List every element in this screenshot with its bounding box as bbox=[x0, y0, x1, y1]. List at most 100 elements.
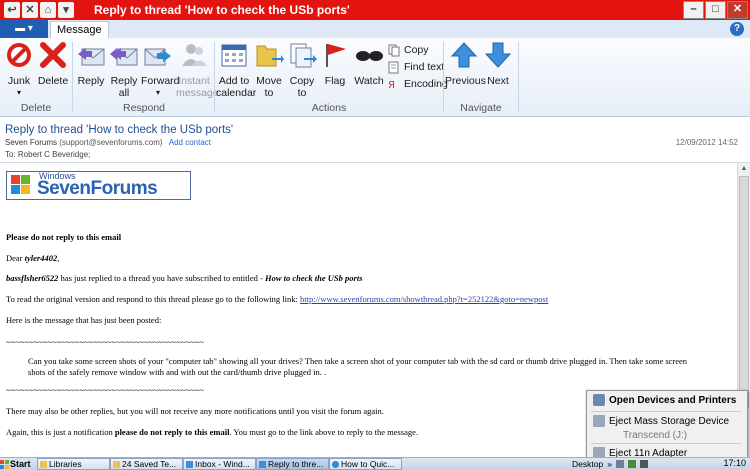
greeting-suffix: , bbox=[57, 253, 60, 263]
close-button[interactable]: ✕ bbox=[727, 1, 748, 19]
usb-tray-icon[interactable] bbox=[615, 460, 624, 468]
reply-all-icon bbox=[110, 48, 138, 66]
thread-link[interactable]: http://www.sevenforums.com/showthread.ph… bbox=[300, 294, 548, 304]
tray-expand-icon[interactable]: » bbox=[607, 459, 612, 469]
folder-icon bbox=[40, 460, 47, 468]
taskbar-item-reply[interactable]: Reply to thre... bbox=[256, 458, 329, 470]
reply-notice-text: has just replied to a thread you have su… bbox=[58, 273, 265, 283]
add-to-calendar-label-1: Add to bbox=[218, 75, 250, 87]
title-bar: ↩ ✕ ⌂ ▾ Reply to thread 'How to check th… bbox=[0, 0, 750, 20]
taskbar-item-label: Inbox - Wind... bbox=[195, 459, 250, 469]
junk-dropdown-arrow: ▾ bbox=[16, 88, 21, 97]
next-label: Next bbox=[487, 75, 509, 87]
group-label-actions: Actions bbox=[311, 102, 347, 114]
message-header: Reply to thread 'How to check the USb po… bbox=[0, 117, 750, 163]
delete-label: Delete bbox=[37, 75, 69, 87]
safely-remove-menu: Open Devices and Printers Eject Mass Sto… bbox=[586, 390, 748, 461]
delete-quick-icon[interactable]: ✕ bbox=[22, 2, 38, 18]
taskbar-item-label: Libraries bbox=[49, 459, 82, 469]
encoding-button[interactable]: Я Encoding bbox=[388, 76, 448, 92]
encoding-label: Encoding bbox=[404, 78, 448, 90]
help-icon[interactable]: ? bbox=[730, 22, 744, 36]
instant-message-label-2: message bbox=[176, 87, 219, 99]
sender-email: (support@sevenforums.com) bbox=[59, 138, 163, 147]
start-button[interactable]: Start bbox=[0, 458, 34, 470]
taskbar-item-label: 24 Saved Te... bbox=[122, 459, 177, 469]
post-line-2: shots of the safely remove window with a… bbox=[28, 367, 327, 377]
logo-text-main: SevenForums bbox=[37, 178, 158, 199]
menu-item-open-devices[interactable]: Open Devices and Printers bbox=[587, 391, 745, 409]
network-tray-icon[interactable] bbox=[627, 460, 636, 468]
copy-icon bbox=[388, 44, 400, 56]
previous-button[interactable]: Previous bbox=[445, 40, 486, 87]
instant-message-button[interactable]: Instant message bbox=[176, 40, 219, 99]
windows-orb-icon bbox=[0, 459, 9, 469]
notification-line: Again, this is just a notification pleas… bbox=[6, 427, 418, 437]
app-menu-arrow: ▾ bbox=[27, 23, 33, 34]
reply-button[interactable]: Reply bbox=[74, 40, 108, 87]
post-line-1: Can you take some screen shots of your "… bbox=[28, 356, 688, 366]
folder-move-icon bbox=[256, 45, 284, 67]
posted-intro: Here is the message that has just been p… bbox=[6, 315, 162, 325]
taskbar-item-saved[interactable]: 24 Saved Te... bbox=[110, 458, 183, 470]
open-devices-label: Open Devices and Printers bbox=[609, 394, 737, 406]
forward-button[interactable]: Forward ▾ bbox=[141, 40, 180, 99]
forward-label: Forward bbox=[141, 75, 180, 87]
find-text-button[interactable]: Find text bbox=[388, 59, 444, 75]
eject-mass-storage-label: Eject Mass Storage Device bbox=[609, 415, 730, 427]
delete-button[interactable]: Delete bbox=[36, 40, 70, 87]
reply-icon bbox=[78, 48, 105, 66]
add-contact-link[interactable]: Add contact bbox=[169, 138, 211, 147]
flag-icon bbox=[326, 44, 346, 67]
reply-all-button[interactable]: Reply all bbox=[107, 40, 141, 99]
copy-to-button[interactable]: Copy to bbox=[285, 40, 319, 99]
scroll-thumb[interactable] bbox=[739, 176, 749, 408]
devices-icon bbox=[593, 394, 605, 406]
home-quick-icon[interactable]: ⌂ bbox=[40, 2, 56, 18]
copy-to-label-1: Copy bbox=[289, 75, 315, 87]
group-label-navigate: Navigate bbox=[460, 102, 502, 114]
taskbar-item-inbox[interactable]: Inbox - Wind... bbox=[183, 458, 256, 470]
copy-button[interactable]: Copy bbox=[388, 42, 429, 58]
message-from: Seven Forums (support@sevenforums.com) A… bbox=[5, 138, 211, 147]
divider-bottom: ~~~~~~~~~~~~~~~~~~~~~~~~~~~~~~~~~~~~~~~~… bbox=[6, 385, 204, 395]
delete-icon bbox=[40, 42, 66, 68]
replier-username: bassflsher6522 bbox=[6, 273, 59, 283]
notification-suffix: . You must go to the link above to reply… bbox=[229, 427, 419, 437]
mail-icon bbox=[259, 460, 266, 468]
find-text-label: Find text bbox=[404, 61, 445, 73]
add-to-calendar-label-2: calendar bbox=[216, 87, 257, 99]
next-button[interactable]: Next bbox=[481, 40, 515, 87]
sender-name[interactable]: Seven Forums bbox=[5, 138, 57, 147]
scroll-up-icon[interactable]: ▲ bbox=[738, 163, 750, 175]
app-menu-button[interactable]: ▬ ▾ bbox=[0, 20, 48, 38]
dropdown-quick-icon[interactable]: ▾ bbox=[58, 2, 74, 18]
taskbar-item-libraries[interactable]: Libraries bbox=[37, 458, 110, 470]
copy-to-label-2: to bbox=[297, 87, 307, 99]
group-label-delete: Delete bbox=[20, 102, 52, 114]
taskbar-clock[interactable]: 17:10 bbox=[723, 458, 746, 468]
minimize-button[interactable]: – bbox=[683, 1, 704, 19]
volume-tray-icon[interactable] bbox=[639, 460, 648, 468]
down-arrow-icon bbox=[484, 42, 512, 68]
tab-message[interactable]: Message bbox=[50, 21, 109, 39]
junk-button[interactable]: Junk ▾ bbox=[2, 40, 36, 99]
sevenforums-logo[interactable]: Windows SevenForums bbox=[6, 171, 191, 200]
message-subject: Reply to thread 'How to check the USb po… bbox=[5, 124, 234, 136]
taskbar-item-how-to[interactable]: How to Quic... bbox=[329, 458, 402, 470]
more-replies-text: There may also be other replies, but you… bbox=[6, 406, 384, 416]
copy-label: Copy bbox=[404, 44, 429, 56]
maximize-button[interactable]: □ bbox=[705, 1, 726, 19]
greeting-prefix: Dear bbox=[6, 253, 25, 263]
group-separator bbox=[72, 42, 73, 112]
warning-text: Please do not reply to this email bbox=[6, 232, 122, 242]
watch-button[interactable]: Watch bbox=[352, 40, 386, 87]
desktop-toolbar-label[interactable]: Desktop bbox=[572, 459, 603, 469]
up-arrow-icon bbox=[450, 42, 478, 68]
add-to-calendar-button[interactable]: Add to calendar bbox=[216, 40, 257, 99]
instant-message-label-1: Instant bbox=[178, 75, 210, 87]
flag-button[interactable]: Flag bbox=[318, 40, 352, 87]
copy-to-icon bbox=[290, 43, 317, 68]
reply-quick-icon[interactable]: ↩ bbox=[4, 2, 20, 18]
move-to-button[interactable]: Move to bbox=[252, 40, 286, 99]
